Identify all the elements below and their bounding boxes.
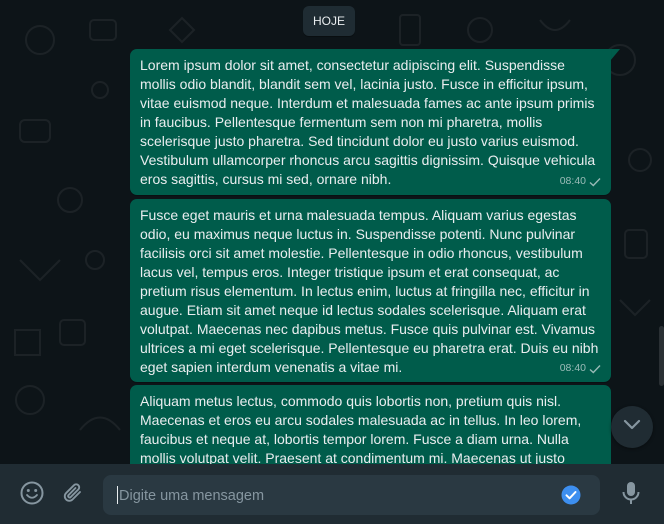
outgoing-message[interactable]: Fusce eget mauris et urna malesuada temp… bbox=[130, 199, 611, 382]
message-text: Fusce eget mauris et urna malesuada temp… bbox=[140, 207, 599, 375]
message-list[interactable]: HOJE Lorem ipsum dolor sit amet, consect… bbox=[0, 0, 664, 464]
scroll-to-bottom-button[interactable] bbox=[611, 406, 653, 448]
text-caret bbox=[117, 486, 118, 504]
chevron-down-icon bbox=[623, 418, 641, 436]
emoji-icon bbox=[19, 480, 45, 511]
paperclip-icon bbox=[61, 481, 85, 510]
single-check-icon bbox=[589, 364, 601, 374]
outgoing-message[interactable]: Aliquam metus lectus, commodo quis lobor… bbox=[130, 385, 611, 464]
message-time: 08:40 bbox=[559, 175, 586, 187]
whatsapp-chat-window: HOJE Lorem ipsum dolor sit amet, consect… bbox=[0, 0, 664, 524]
outgoing-message[interactable]: Lorem ipsum dolor sit amet, consectetur … bbox=[130, 49, 611, 195]
attach-button[interactable] bbox=[60, 482, 86, 508]
message-meta: 08:40 bbox=[560, 359, 601, 378]
grammar-check-icon[interactable] bbox=[561, 485, 581, 505]
date-divider: HOJE bbox=[303, 6, 355, 36]
emoji-button[interactable] bbox=[19, 480, 45, 511]
scrollbar-thumb[interactable] bbox=[659, 326, 664, 386]
message-time: 08:40 bbox=[559, 362, 586, 374]
single-check-icon bbox=[589, 177, 601, 187]
message-meta: 08:40 bbox=[560, 172, 601, 191]
bubble-tail bbox=[610, 49, 620, 61]
voice-record-button[interactable] bbox=[618, 480, 644, 511]
message-text: Lorem ipsum dolor sit amet, consectetur … bbox=[140, 57, 596, 187]
message-composer[interactable] bbox=[103, 475, 600, 517]
message-input[interactable] bbox=[117, 475, 551, 517]
microphone-icon bbox=[620, 480, 642, 511]
composer-footer bbox=[0, 464, 664, 524]
message-text: Aliquam metus lectus, commodo quis lobor… bbox=[140, 393, 582, 464]
